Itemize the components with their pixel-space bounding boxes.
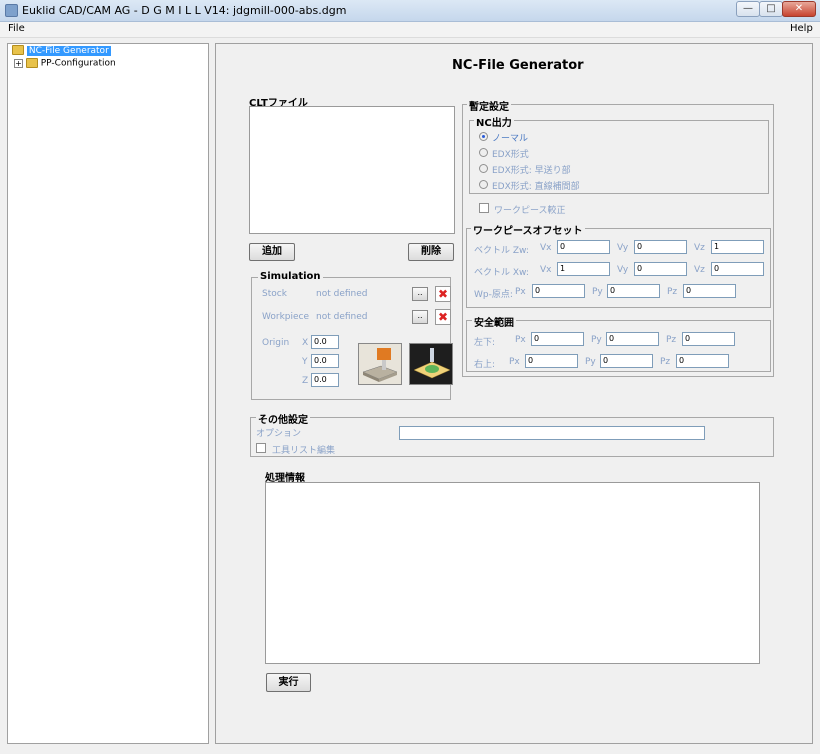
provisional-settings-legend: 暫定設定 (467, 98, 511, 113)
offset-field[interactable]: 0 (683, 284, 736, 298)
safety-label: Px (515, 335, 526, 345)
expand-icon[interactable]: + (14, 58, 23, 68)
offset-field[interactable]: 1 (557, 262, 610, 276)
folder-icon (12, 45, 24, 55)
origin-z-field[interactable]: 0.0 (311, 373, 339, 387)
offset-label: Vy (617, 265, 629, 275)
safety-label: Pz (666, 335, 677, 345)
workpiece-correction-checkbox[interactable] (479, 203, 489, 213)
nc-output-legend: NC出力 (474, 114, 514, 129)
tree-item-nc-file-generator[interactable]: NC-File Generator (12, 45, 111, 58)
origin-z-label: Z (302, 376, 309, 386)
tree-item-label: NC-File Generator (26, 45, 111, 56)
tree-item-pp-configuration[interactable]: + PP-Configuration (14, 58, 116, 71)
delete-button[interactable]: 削除 (408, 243, 454, 261)
stock-label: Stock (262, 289, 287, 299)
nc-output-option-label: EDX形式: 早送り部 (492, 166, 571, 176)
workpiece-delete-icon[interactable]: ✖ (435, 309, 451, 325)
milling-simulation-icon[interactable] (358, 343, 402, 385)
menu-file[interactable]: File (8, 23, 25, 34)
window-title: Euklid CAD/CAM AG - D G M I L L V14: jdg… (22, 4, 347, 17)
offset-label: Pz (667, 287, 678, 297)
offset-field[interactable]: 0 (607, 284, 660, 298)
safety-label: Px (509, 357, 520, 367)
offset-field[interactable]: 0 (557, 240, 610, 254)
safety-row-label: 左下: (474, 338, 496, 348)
simulation-legend: Simulation (258, 271, 323, 282)
safety-field[interactable]: 0 (606, 332, 659, 346)
milling-simulation-graphic (359, 344, 401, 384)
clt-file-list[interactable] (249, 106, 455, 234)
stock-browse-button[interactable]: .. (412, 287, 428, 301)
offset-row-label: ベクトル Xw: (474, 268, 529, 278)
stock-delete-icon[interactable]: ✖ (435, 286, 451, 302)
workpiece-correction-label: ワークピース較正 (494, 206, 566, 216)
offset-label: Vx (540, 243, 552, 253)
workpiece-value: not defined (316, 312, 368, 322)
offset-field[interactable]: 0 (711, 262, 764, 276)
nc-output-radio-normal[interactable] (479, 132, 488, 141)
offset-field[interactable]: 0 (532, 284, 585, 298)
safety-row-label: 右上: (474, 360, 496, 370)
menu-help[interactable]: Help (790, 23, 813, 34)
safety-label: Py (591, 335, 602, 345)
offset-field[interactable]: 1 (711, 240, 764, 254)
stock-value: not defined (316, 289, 368, 299)
title-bar[interactable]: Euklid CAD/CAM AG - D G M I L L V14: jdg… (0, 0, 820, 22)
run-button[interactable]: 実行 (266, 673, 311, 692)
workpiece-label: Workpiece (262, 312, 310, 322)
nc-output-radio-edx[interactable] (479, 148, 488, 157)
safety-range-legend: 安全範囲 (472, 314, 516, 329)
minimize-button[interactable]: — (736, 1, 760, 17)
safety-field[interactable]: 0 (682, 332, 735, 346)
tree-item-label: PP-Configuration (40, 58, 116, 69)
page-title: NC-File Generator (452, 58, 584, 73)
workpiece-browse-button[interactable]: .. (412, 310, 428, 324)
safety-field[interactable]: 0 (600, 354, 653, 368)
nc-output-option-label: EDX形式: 直線補間部 (492, 182, 580, 192)
offset-row-label: Wp-原点: (474, 290, 513, 300)
origin-x-field[interactable]: 0.0 (311, 335, 339, 349)
offset-label: Vz (694, 265, 705, 275)
menu-bar: File Help (0, 22, 820, 38)
nc-output-option-label: EDX形式 (492, 150, 529, 160)
origin-y-field[interactable]: 0.0 (311, 354, 339, 368)
offset-label: Vz (694, 243, 705, 253)
navigation-tree: NC-File Generator + PP-Configuration (7, 43, 209, 744)
offset-field[interactable]: 0 (634, 262, 687, 276)
option-label: オプション (256, 429, 302, 439)
offset-field[interactable]: 0 (634, 240, 687, 254)
offset-label: Vy (617, 243, 629, 253)
origin-label: Origin (262, 338, 290, 348)
offset-row-label: ベクトル Zw: (474, 246, 529, 256)
workpiece-simulation-graphic (410, 344, 452, 384)
workpiece-simulation-icon[interactable] (409, 343, 453, 385)
origin-x-label: X (302, 338, 309, 348)
tool-list-checkbox[interactable] (256, 443, 266, 453)
safety-label: Py (585, 357, 596, 367)
safety-field[interactable]: 0 (676, 354, 729, 368)
process-info-area[interactable] (265, 482, 760, 664)
other-settings-legend: その他設定 (256, 411, 310, 426)
maximize-button[interactable]: □ (759, 1, 783, 17)
workpiece-offset-legend: ワークピースオフセット (471, 222, 585, 237)
option-field[interactable] (399, 426, 705, 440)
tool-list-label: 工具リスト編集 (272, 446, 336, 456)
add-button[interactable]: 追加 (249, 243, 295, 261)
nc-output-radio-edx-rapid[interactable] (479, 164, 488, 173)
offset-label: Vx (540, 265, 552, 275)
safety-label: Pz (660, 357, 671, 367)
safety-field[interactable]: 0 (525, 354, 578, 368)
folder-icon (25, 58, 38, 68)
origin-y-label: Y (302, 357, 308, 367)
app-icon (5, 4, 18, 17)
nc-output-radio-edx-linear[interactable] (479, 180, 488, 189)
nc-output-option-label: ノーマル (492, 134, 529, 144)
close-button[interactable]: ✕ (782, 1, 816, 17)
safety-field[interactable]: 0 (531, 332, 584, 346)
offset-label: Py (592, 287, 603, 297)
offset-label: Px (515, 287, 526, 297)
